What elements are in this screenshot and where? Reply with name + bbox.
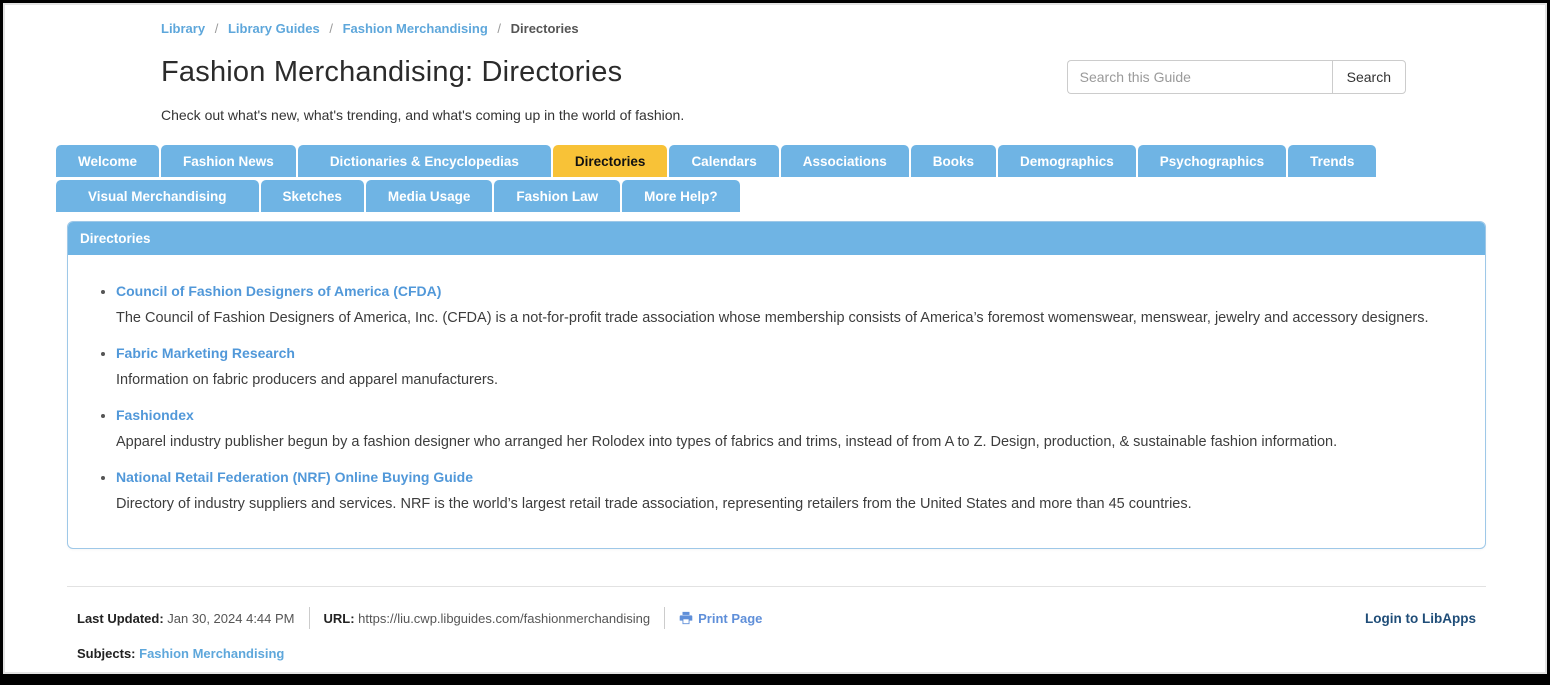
subjects-row: Subjects: Fashion Merchandising — [77, 646, 1486, 661]
tab-demographics[interactable]: Demographics — [998, 145, 1136, 177]
tab-row-1: Welcome Fashion News Dictionaries & Ency… — [56, 145, 1494, 177]
tab-more-help[interactable]: More Help? — [622, 180, 740, 212]
tab-welcome[interactable]: Welcome — [56, 145, 159, 177]
list-item: Council of Fashion Designers of America … — [116, 283, 1461, 326]
tab-media-usage[interactable]: Media Usage — [366, 180, 493, 212]
directory-description: Directory of industry suppliers and serv… — [116, 496, 1461, 512]
tab-associations[interactable]: Associations — [781, 145, 909, 177]
divider — [664, 607, 665, 629]
directory-description: Apparel industry publisher begun by a fa… — [116, 434, 1461, 450]
search-input[interactable] — [1067, 60, 1332, 94]
footer-meta: Last Updated: Jan 30, 2024 4:44 PM URL: … — [77, 607, 1486, 629]
breadcrumb-separator: / — [215, 21, 219, 36]
breadcrumb-current: Directories — [511, 21, 579, 36]
printer-icon — [679, 611, 693, 625]
guide-description: Check out what's new, what's trending, a… — [161, 107, 1494, 123]
breadcrumb-separator: / — [497, 21, 501, 36]
last-updated: Last Updated: Jan 30, 2024 4:44 PM — [77, 611, 295, 626]
page-title: Fashion Merchandising: Directories — [161, 56, 622, 89]
tab-psychographics[interactable]: Psychographics — [1138, 145, 1286, 177]
breadcrumb: Library / Library Guides / Fashion Merch… — [161, 21, 1494, 36]
tab-trends[interactable]: Trends — [1288, 145, 1376, 177]
divider — [309, 607, 310, 629]
print-page-link[interactable]: Print Page — [679, 611, 762, 626]
browser-page: Library / Library Guides / Fashion Merch… — [3, 3, 1547, 674]
url-label: URL: — [324, 611, 355, 626]
breadcrumb-library-guides[interactable]: Library Guides — [228, 21, 320, 36]
directory-link-fabric-marketing-research[interactable]: Fabric Marketing Research — [116, 345, 295, 361]
box-body: Council of Fashion Designers of America … — [68, 255, 1485, 548]
breadcrumb-library[interactable]: Library — [161, 21, 205, 36]
guide-search: Search — [1067, 60, 1406, 94]
directories-box: Directories Council of Fashion Designers… — [67, 221, 1486, 549]
url-value: https://liu.cwp.libguides.com/fashionmer… — [358, 611, 650, 626]
list-item: Fashiondex Apparel industry publisher be… — [116, 407, 1461, 450]
subject-link-fashion-merchandising[interactable]: Fashion Merchandising — [139, 646, 284, 661]
breadcrumb-separator: / — [329, 21, 333, 36]
tab-dictionaries-encyclopedias[interactable]: Dictionaries & Encyclopedias — [298, 145, 551, 177]
directory-description: Information on fabric producers and appa… — [116, 372, 1461, 388]
tab-books[interactable]: Books — [911, 145, 996, 177]
box-title: Directories — [68, 222, 1485, 255]
tab-fashion-news[interactable]: Fashion News — [161, 145, 296, 177]
tab-directories[interactable]: Directories — [553, 145, 668, 177]
footer-divider — [67, 586, 1486, 587]
last-updated-value: Jan 30, 2024 4:44 PM — [167, 611, 294, 626]
tab-calendars[interactable]: Calendars — [669, 145, 778, 177]
tab-row-2: Visual Merchandising Sketches Media Usag… — [56, 180, 1494, 212]
content-wrapper: Library / Library Guides / Fashion Merch… — [56, 5, 1494, 661]
search-button[interactable]: Search — [1332, 60, 1406, 94]
directory-link-nrf-buying-guide[interactable]: National Retail Federation (NRF) Online … — [116, 469, 473, 485]
directory-link-fashiondex[interactable]: Fashiondex — [116, 407, 194, 423]
tab-sketches[interactable]: Sketches — [261, 180, 364, 212]
print-page-label: Print Page — [698, 611, 762, 626]
tab-navigation: Welcome Fashion News Dictionaries & Ency… — [56, 145, 1494, 212]
login-to-libapps-link[interactable]: Login to LibApps — [1365, 611, 1476, 626]
directory-link-cfda[interactable]: Council of Fashion Designers of America … — [116, 283, 441, 299]
guide-url: URL: https://liu.cwp.libguides.com/fashi… — [324, 611, 651, 626]
tab-visual-merchandising[interactable]: Visual Merchandising — [56, 180, 259, 212]
list-item: Fabric Marketing Research Information on… — [116, 345, 1461, 388]
tab-fashion-law[interactable]: Fashion Law — [494, 180, 620, 212]
header-row: Fashion Merchandising: Directories Searc… — [161, 56, 1494, 94]
directory-description: The Council of Fashion Designers of Amer… — [116, 310, 1461, 326]
subjects-label: Subjects: — [77, 646, 136, 661]
breadcrumb-fashion-merchandising[interactable]: Fashion Merchandising — [343, 21, 488, 36]
last-updated-label: Last Updated: — [77, 611, 164, 626]
list-item: National Retail Federation (NRF) Online … — [116, 469, 1461, 512]
directory-list: Council of Fashion Designers of America … — [96, 283, 1461, 512]
